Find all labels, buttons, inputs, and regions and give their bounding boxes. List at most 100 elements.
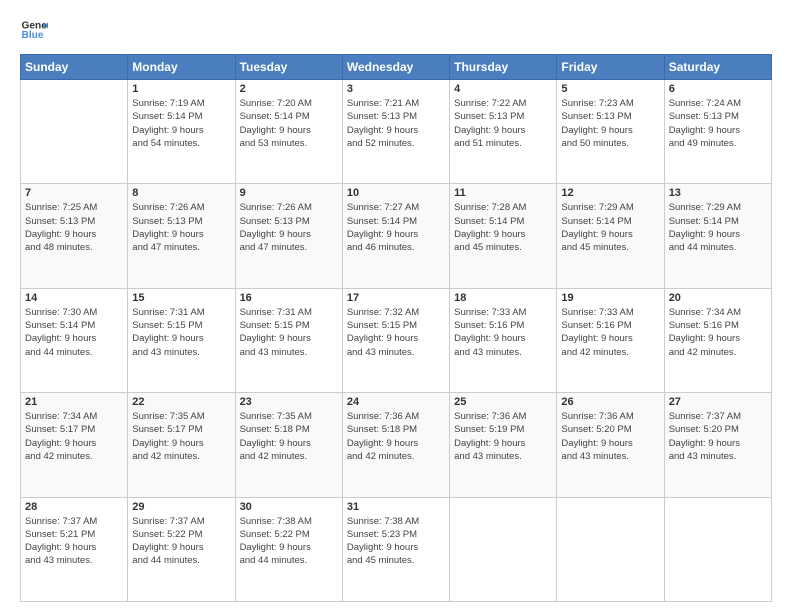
day-info: Sunrise: 7:38 AM Sunset: 5:23 PM Dayligh… — [347, 515, 445, 568]
calendar-cell: 8 Sunrise: 7:26 AM Sunset: 5:13 PM Daylig… — [128, 184, 235, 288]
calendar-cell: 19Sunrise: 7:33 AM Sunset: 5:16 PM Dayli… — [557, 288, 664, 392]
calendar-cell: 14Sunrise: 7:30 AM Sunset: 5:14 PM Dayli… — [21, 288, 128, 392]
calendar-cell — [450, 497, 557, 601]
calendar-cell: 3 Sunrise: 7:21 AM Sunset: 5:13 PM Daylig… — [342, 80, 449, 184]
day-number: 15 — [132, 292, 230, 304]
calendar-cell: 13 Sunrise: 7:29 AM Sunset: 5:14 PM Dayli… — [664, 184, 771, 288]
day-info: Sunrise: 7:26 AM Sunset: 5:13 PM Dayligh… — [240, 201, 338, 254]
day-number: 29 — [132, 501, 230, 513]
day-info: Sunrise: 7:37 AM Sunset: 5:21 PM Dayligh… — [25, 515, 123, 568]
day-info: Sunrise: 7:38 AM Sunset: 5:22 PM Dayligh… — [240, 515, 338, 568]
calendar-week-2: 7 Sunrise: 7:25 AM Sunset: 5:13 PM Daylig… — [21, 184, 772, 288]
day-number: 14 — [25, 292, 123, 304]
calendar-week-3: 14Sunrise: 7:30 AM Sunset: 5:14 PM Dayli… — [21, 288, 772, 392]
calendar-cell: 17 Sunrise: 7:32 AM Sunset: 5:15 PM Dayli… — [342, 288, 449, 392]
day-info: Sunrise: 7:37 AM Sunset: 5:20 PM Dayligh… — [669, 410, 767, 463]
day-info: Sunrise: 7:33 AM Sunset: 5:16 PM Dayligh… — [561, 306, 659, 359]
day-number: 7 — [25, 187, 123, 199]
day-number: 20 — [669, 292, 767, 304]
day-number: 3 — [347, 83, 445, 95]
calendar-cell — [664, 497, 771, 601]
day-number: 6 — [669, 83, 767, 95]
day-info: Sunrise: 7:36 AM Sunset: 5:20 PM Dayligh… — [561, 410, 659, 463]
day-info: Sunrise: 7:37 AM Sunset: 5:22 PM Dayligh… — [132, 515, 230, 568]
page-header: General Blue — [20, 16, 772, 44]
calendar-cell: 1Sunrise: 7:19 AM Sunset: 5:14 PM Daylig… — [128, 80, 235, 184]
calendar-cell: 24Sunrise: 7:36 AM Sunset: 5:18 PM Dayli… — [342, 393, 449, 497]
calendar-cell: 15Sunrise: 7:31 AM Sunset: 5:15 PM Dayli… — [128, 288, 235, 392]
weekday-header-monday: Monday — [128, 55, 235, 80]
day-number: 22 — [132, 396, 230, 408]
calendar-header-row: SundayMondayTuesdayWednesdayThursdayFrid… — [21, 55, 772, 80]
day-info: Sunrise: 7:29 AM Sunset: 5:14 PM Dayligh… — [669, 201, 767, 254]
day-number: 28 — [25, 501, 123, 513]
day-info: Sunrise: 7:34 AM Sunset: 5:16 PM Dayligh… — [669, 306, 767, 359]
day-info: Sunrise: 7:25 AM Sunset: 5:13 PM Dayligh… — [25, 201, 123, 254]
day-number: 5 — [561, 83, 659, 95]
day-info: Sunrise: 7:36 AM Sunset: 5:19 PM Dayligh… — [454, 410, 552, 463]
calendar-cell — [557, 497, 664, 601]
day-number: 24 — [347, 396, 445, 408]
day-info: Sunrise: 7:34 AM Sunset: 5:17 PM Dayligh… — [25, 410, 123, 463]
day-number: 13 — [669, 187, 767, 199]
calendar-week-1: 1Sunrise: 7:19 AM Sunset: 5:14 PM Daylig… — [21, 80, 772, 184]
day-info: Sunrise: 7:35 AM Sunset: 5:17 PM Dayligh… — [132, 410, 230, 463]
day-info: Sunrise: 7:33 AM Sunset: 5:16 PM Dayligh… — [454, 306, 552, 359]
calendar-cell: 27 Sunrise: 7:37 AM Sunset: 5:20 PM Dayli… — [664, 393, 771, 497]
day-info: Sunrise: 7:29 AM Sunset: 5:14 PM Dayligh… — [561, 201, 659, 254]
calendar-cell: 21 Sunrise: 7:34 AM Sunset: 5:17 PM Dayli… — [21, 393, 128, 497]
day-info: Sunrise: 7:19 AM Sunset: 5:14 PM Dayligh… — [132, 97, 230, 150]
calendar-cell — [21, 80, 128, 184]
weekday-header-thursday: Thursday — [450, 55, 557, 80]
calendar-cell: 30 Sunrise: 7:38 AM Sunset: 5:22 PM Dayli… — [235, 497, 342, 601]
calendar-cell: 10 Sunrise: 7:27 AM Sunset: 5:14 PM Dayli… — [342, 184, 449, 288]
day-number: 30 — [240, 501, 338, 513]
day-number: 21 — [25, 396, 123, 408]
day-info: Sunrise: 7:22 AM Sunset: 5:13 PM Dayligh… — [454, 97, 552, 150]
day-number: 26 — [561, 396, 659, 408]
day-number: 17 — [347, 292, 445, 304]
calendar-cell: 11 Sunrise: 7:28 AM Sunset: 5:14 PM Dayli… — [450, 184, 557, 288]
calendar-cell: 4Sunrise: 7:22 AM Sunset: 5:13 PM Daylig… — [450, 80, 557, 184]
day-number: 12 — [561, 187, 659, 199]
day-info: Sunrise: 7:31 AM Sunset: 5:15 PM Dayligh… — [240, 306, 338, 359]
calendar-cell: 16Sunrise: 7:31 AM Sunset: 5:15 PM Dayli… — [235, 288, 342, 392]
day-info: Sunrise: 7:21 AM Sunset: 5:13 PM Dayligh… — [347, 97, 445, 150]
day-number: 27 — [669, 396, 767, 408]
calendar-cell: 23Sunrise: 7:35 AM Sunset: 5:18 PM Dayli… — [235, 393, 342, 497]
calendar-table: SundayMondayTuesdayWednesdayThursdayFrid… — [20, 54, 772, 602]
weekday-header-sunday: Sunday — [21, 55, 128, 80]
day-info: Sunrise: 7:23 AM Sunset: 5:13 PM Dayligh… — [561, 97, 659, 150]
logo: General Blue — [20, 16, 48, 44]
weekday-header-wednesday: Wednesday — [342, 55, 449, 80]
day-info: Sunrise: 7:24 AM Sunset: 5:13 PM Dayligh… — [669, 97, 767, 150]
day-info: Sunrise: 7:27 AM Sunset: 5:14 PM Dayligh… — [347, 201, 445, 254]
calendar-cell: 9 Sunrise: 7:26 AM Sunset: 5:13 PM Daylig… — [235, 184, 342, 288]
calendar-cell: 5 Sunrise: 7:23 AM Sunset: 5:13 PM Daylig… — [557, 80, 664, 184]
calendar-cell: 29 Sunrise: 7:37 AM Sunset: 5:22 PM Dayli… — [128, 497, 235, 601]
calendar-week-5: 28 Sunrise: 7:37 AM Sunset: 5:21 PM Dayli… — [21, 497, 772, 601]
day-info: Sunrise: 7:28 AM Sunset: 5:14 PM Dayligh… — [454, 201, 552, 254]
calendar-cell: 7 Sunrise: 7:25 AM Sunset: 5:13 PM Daylig… — [21, 184, 128, 288]
calendar-cell: 31 Sunrise: 7:38 AM Sunset: 5:23 PM Dayli… — [342, 497, 449, 601]
calendar-cell: 2Sunrise: 7:20 AM Sunset: 5:14 PM Daylig… — [235, 80, 342, 184]
calendar-cell: 28 Sunrise: 7:37 AM Sunset: 5:21 PM Dayli… — [21, 497, 128, 601]
day-number: 9 — [240, 187, 338, 199]
day-number: 23 — [240, 396, 338, 408]
calendar-cell: 22 Sunrise: 7:35 AM Sunset: 5:17 PM Dayli… — [128, 393, 235, 497]
calendar-week-4: 21 Sunrise: 7:34 AM Sunset: 5:17 PM Dayli… — [21, 393, 772, 497]
day-number: 10 — [347, 187, 445, 199]
weekday-header-tuesday: Tuesday — [235, 55, 342, 80]
weekday-header-saturday: Saturday — [664, 55, 771, 80]
day-info: Sunrise: 7:26 AM Sunset: 5:13 PM Dayligh… — [132, 201, 230, 254]
day-number: 8 — [132, 187, 230, 199]
day-number: 31 — [347, 501, 445, 513]
calendar-cell: 25 Sunrise: 7:36 AM Sunset: 5:19 PM Dayli… — [450, 393, 557, 497]
day-info: Sunrise: 7:32 AM Sunset: 5:15 PM Dayligh… — [347, 306, 445, 359]
day-number: 25 — [454, 396, 552, 408]
calendar-cell: 26 Sunrise: 7:36 AM Sunset: 5:20 PM Dayli… — [557, 393, 664, 497]
calendar-cell: 20 Sunrise: 7:34 AM Sunset: 5:16 PM Dayli… — [664, 288, 771, 392]
logo-icon: General Blue — [20, 16, 48, 44]
day-number: 11 — [454, 187, 552, 199]
day-number: 2 — [240, 83, 338, 95]
